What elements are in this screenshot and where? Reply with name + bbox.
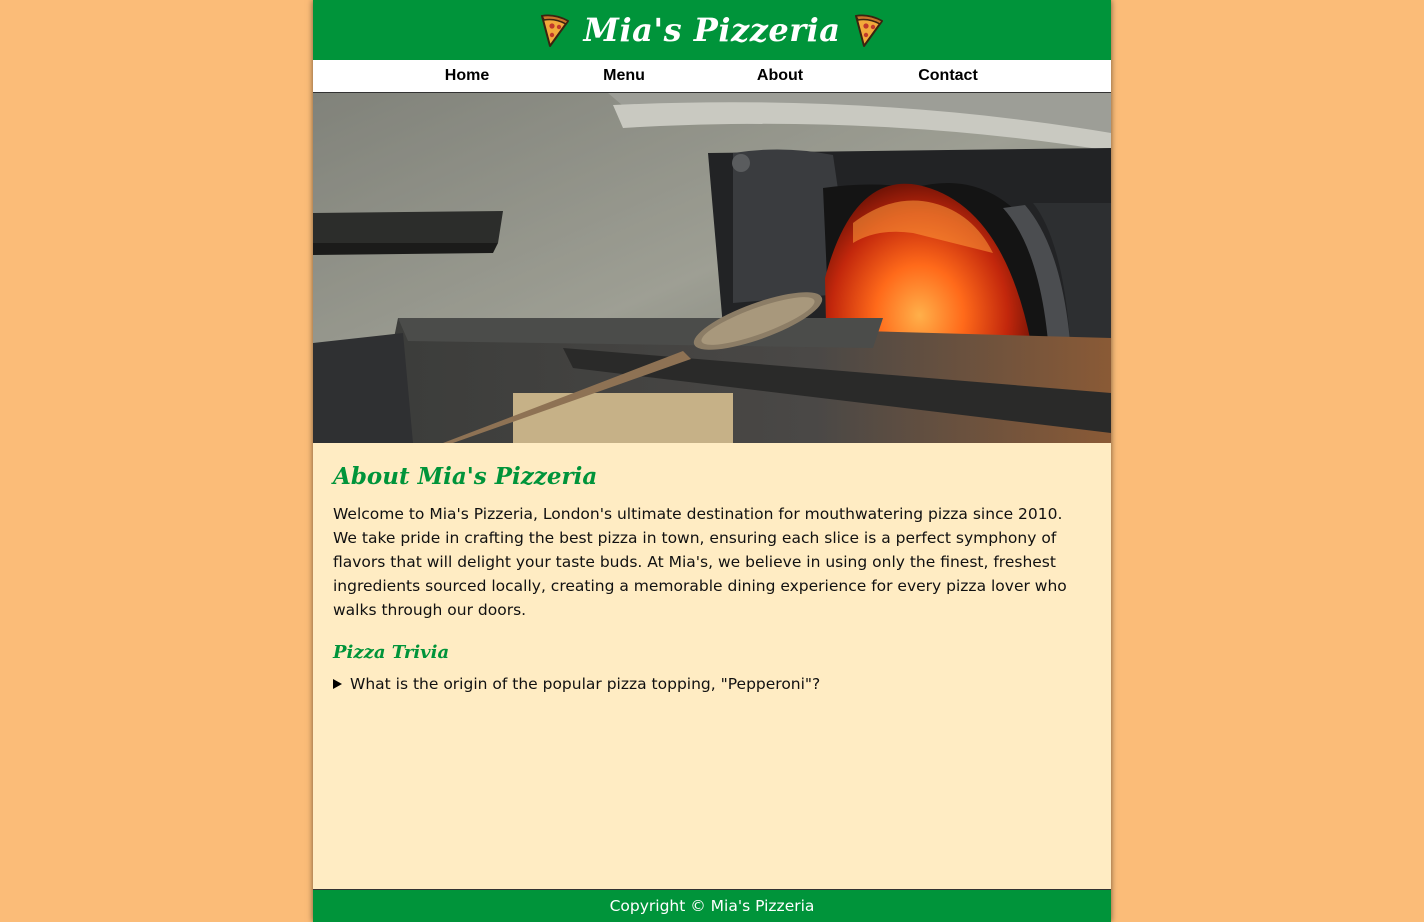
about-paragraph: Welcome to Mia's Pizzeria, London's ulti… — [333, 505, 1067, 619]
trivia-question-toggle[interactable]: What is the origin of the popular pizza … — [333, 675, 1091, 693]
nav-contact-link[interactable]: Contact — [918, 67, 978, 85]
pizza-slice-icon — [540, 14, 569, 47]
site-header: Mia's Pizzeria — [313, 0, 1111, 60]
about-heading: About Mia's Pizzeria — [333, 463, 598, 490]
main-nav: Home Menu About Contact — [313, 60, 1111, 93]
pizza-slice-icon — [855, 14, 884, 47]
trivia-question: What is the origin of the popular pizza … — [350, 675, 821, 693]
site-title: Mia's Pizzeria — [583, 11, 841, 49]
nav-home-link[interactable]: Home — [445, 67, 489, 85]
trivia-heading: Pizza Trivia — [333, 642, 450, 663]
nav-about-link[interactable]: About — [757, 67, 803, 85]
page-container: Mia's Pizzeria Home Menu About Contact A… — [313, 0, 1111, 922]
disclosure-triangle-icon — [333, 679, 342, 689]
main-content: About Mia's Pizzeria Welcome to Mia's Pi… — [313, 443, 1111, 693]
pizza-oven-photo — [313, 93, 1111, 443]
copyright-text: Copyright © Mia's Pizzeria — [609, 897, 815, 915]
site-footer: Copyright © Mia's Pizzeria — [313, 889, 1111, 922]
nav-menu-link[interactable]: Menu — [603, 67, 645, 85]
